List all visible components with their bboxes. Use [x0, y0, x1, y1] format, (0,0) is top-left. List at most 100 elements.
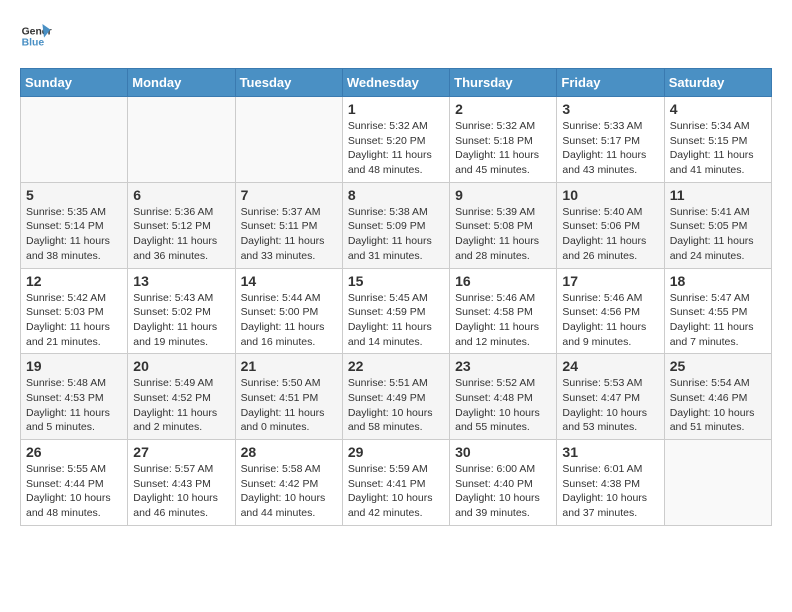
day-info: Sunrise: 5:36 AM Sunset: 5:12 PM Dayligh… [133, 205, 229, 264]
calendar-cell: 11 Sunrise: 5:41 AM Sunset: 5:05 PM Dayli… [664, 182, 771, 268]
calendar-cell: 10 Sunrise: 5:40 AM Sunset: 5:06 PM Dayli… [557, 182, 664, 268]
day-info: Sunrise: 5:50 AM Sunset: 4:51 PM Dayligh… [241, 376, 337, 435]
day-info: Sunrise: 5:52 AM Sunset: 4:48 PM Dayligh… [455, 376, 551, 435]
calendar-cell: 20 Sunrise: 5:49 AM Sunset: 4:52 PM Dayli… [128, 354, 235, 440]
calendar-cell: 21 Sunrise: 5:50 AM Sunset: 4:51 PM Dayli… [235, 354, 342, 440]
day-number: 8 [348, 187, 444, 203]
calendar-cell: 14 Sunrise: 5:44 AM Sunset: 5:00 PM Dayli… [235, 268, 342, 354]
day-number: 29 [348, 444, 444, 460]
day-info: Sunrise: 5:45 AM Sunset: 4:59 PM Dayligh… [348, 291, 444, 350]
day-number: 10 [562, 187, 658, 203]
day-info: Sunrise: 5:49 AM Sunset: 4:52 PM Dayligh… [133, 376, 229, 435]
day-number: 7 [241, 187, 337, 203]
calendar-cell: 1 Sunrise: 5:32 AM Sunset: 5:20 PM Daylig… [342, 97, 449, 183]
svg-text:Blue: Blue [22, 38, 45, 49]
calendar-cell: 5 Sunrise: 5:35 AM Sunset: 5:14 PM Daylig… [21, 182, 128, 268]
day-number: 6 [133, 187, 229, 203]
calendar-cell: 28 Sunrise: 5:58 AM Sunset: 4:42 PM Dayli… [235, 440, 342, 526]
day-number: 26 [26, 444, 122, 460]
day-number: 12 [26, 273, 122, 289]
calendar-week-row: 12 Sunrise: 5:42 AM Sunset: 5:03 PM Dayli… [21, 268, 772, 354]
calendar-cell: 31 Sunrise: 6:01 AM Sunset: 4:38 PM Dayli… [557, 440, 664, 526]
day-number: 22 [348, 358, 444, 374]
day-info: Sunrise: 6:00 AM Sunset: 4:40 PM Dayligh… [455, 462, 551, 521]
calendar-cell: 30 Sunrise: 6:00 AM Sunset: 4:40 PM Dayli… [450, 440, 557, 526]
day-info: Sunrise: 5:46 AM Sunset: 4:56 PM Dayligh… [562, 291, 658, 350]
header-tuesday: Tuesday [235, 69, 342, 97]
header-saturday: Saturday [664, 69, 771, 97]
day-info: Sunrise: 5:40 AM Sunset: 5:06 PM Dayligh… [562, 205, 658, 264]
day-info: Sunrise: 5:39 AM Sunset: 5:08 PM Dayligh… [455, 205, 551, 264]
day-info: Sunrise: 5:55 AM Sunset: 4:44 PM Dayligh… [26, 462, 122, 521]
day-number: 5 [26, 187, 122, 203]
day-info: Sunrise: 5:43 AM Sunset: 5:02 PM Dayligh… [133, 291, 229, 350]
day-number: 25 [670, 358, 766, 374]
day-info: Sunrise: 5:32 AM Sunset: 5:20 PM Dayligh… [348, 119, 444, 178]
calendar-cell: 2 Sunrise: 5:32 AM Sunset: 5:18 PM Daylig… [450, 97, 557, 183]
day-info: Sunrise: 5:58 AM Sunset: 4:42 PM Dayligh… [241, 462, 337, 521]
day-info: Sunrise: 5:51 AM Sunset: 4:49 PM Dayligh… [348, 376, 444, 435]
day-number: 21 [241, 358, 337, 374]
day-info: Sunrise: 6:01 AM Sunset: 4:38 PM Dayligh… [562, 462, 658, 521]
logo: General Blue [20, 20, 56, 52]
day-info: Sunrise: 5:41 AM Sunset: 5:05 PM Dayligh… [670, 205, 766, 264]
calendar-cell: 13 Sunrise: 5:43 AM Sunset: 5:02 PM Dayli… [128, 268, 235, 354]
day-info: Sunrise: 5:48 AM Sunset: 4:53 PM Dayligh… [26, 376, 122, 435]
day-info: Sunrise: 5:44 AM Sunset: 5:00 PM Dayligh… [241, 291, 337, 350]
day-number: 11 [670, 187, 766, 203]
calendar-cell [21, 97, 128, 183]
calendar-cell: 24 Sunrise: 5:53 AM Sunset: 4:47 PM Dayli… [557, 354, 664, 440]
calendar-cell: 8 Sunrise: 5:38 AM Sunset: 5:09 PM Daylig… [342, 182, 449, 268]
day-number: 4 [670, 101, 766, 117]
calendar-cell: 9 Sunrise: 5:39 AM Sunset: 5:08 PM Daylig… [450, 182, 557, 268]
day-number: 3 [562, 101, 658, 117]
day-number: 31 [562, 444, 658, 460]
day-info: Sunrise: 5:47 AM Sunset: 4:55 PM Dayligh… [670, 291, 766, 350]
calendar-cell: 6 Sunrise: 5:36 AM Sunset: 5:12 PM Daylig… [128, 182, 235, 268]
calendar-cell: 22 Sunrise: 5:51 AM Sunset: 4:49 PM Dayli… [342, 354, 449, 440]
day-number: 24 [562, 358, 658, 374]
day-number: 28 [241, 444, 337, 460]
calendar-cell [235, 97, 342, 183]
header-friday: Friday [557, 69, 664, 97]
day-number: 15 [348, 273, 444, 289]
day-number: 2 [455, 101, 551, 117]
calendar-table: SundayMondayTuesdayWednesdayThursdayFrid… [20, 68, 772, 526]
calendar-cell: 4Sunrise: 5:34 AM Sunset: 5:15 PM Daylig… [664, 97, 771, 183]
calendar-cell: 26 Sunrise: 5:55 AM Sunset: 4:44 PM Dayli… [21, 440, 128, 526]
day-number: 20 [133, 358, 229, 374]
day-info: Sunrise: 5:35 AM Sunset: 5:14 PM Dayligh… [26, 205, 122, 264]
day-number: 23 [455, 358, 551, 374]
day-info: Sunrise: 5:32 AM Sunset: 5:18 PM Dayligh… [455, 119, 551, 178]
day-number: 18 [670, 273, 766, 289]
calendar-cell [664, 440, 771, 526]
calendar-cell: 18 Sunrise: 5:47 AM Sunset: 4:55 PM Dayli… [664, 268, 771, 354]
day-number: 27 [133, 444, 229, 460]
header-monday: Monday [128, 69, 235, 97]
calendar-cell [128, 97, 235, 183]
day-info: Sunrise: 5:42 AM Sunset: 5:03 PM Dayligh… [26, 291, 122, 350]
day-info: Sunrise: 5:53 AM Sunset: 4:47 PM Dayligh… [562, 376, 658, 435]
calendar-cell: 16Sunrise: 5:46 AM Sunset: 4:58 PM Dayli… [450, 268, 557, 354]
calendar-cell: 17Sunrise: 5:46 AM Sunset: 4:56 PM Dayli… [557, 268, 664, 354]
calendar-cell: 25 Sunrise: 5:54 AM Sunset: 4:46 PM Dayli… [664, 354, 771, 440]
day-number: 16 [455, 273, 551, 289]
day-number: 30 [455, 444, 551, 460]
calendar-cell: 7 Sunrise: 5:37 AM Sunset: 5:11 PM Daylig… [235, 182, 342, 268]
calendar-week-row: 1 Sunrise: 5:32 AM Sunset: 5:20 PM Daylig… [21, 97, 772, 183]
day-info: Sunrise: 5:54 AM Sunset: 4:46 PM Dayligh… [670, 376, 766, 435]
calendar-week-row: 5 Sunrise: 5:35 AM Sunset: 5:14 PM Daylig… [21, 182, 772, 268]
day-number: 14 [241, 273, 337, 289]
page-header: General Blue [20, 20, 772, 52]
day-info: Sunrise: 5:38 AM Sunset: 5:09 PM Dayligh… [348, 205, 444, 264]
day-info: Sunrise: 5:57 AM Sunset: 4:43 PM Dayligh… [133, 462, 229, 521]
calendar-week-row: 19Sunrise: 5:48 AM Sunset: 4:53 PM Dayli… [21, 354, 772, 440]
day-number: 9 [455, 187, 551, 203]
day-info: Sunrise: 5:37 AM Sunset: 5:11 PM Dayligh… [241, 205, 337, 264]
day-number: 13 [133, 273, 229, 289]
day-info: Sunrise: 5:33 AM Sunset: 5:17 PM Dayligh… [562, 119, 658, 178]
day-number: 1 [348, 101, 444, 117]
calendar-cell: 29Sunrise: 5:59 AM Sunset: 4:41 PM Dayli… [342, 440, 449, 526]
header-wednesday: Wednesday [342, 69, 449, 97]
header-thursday: Thursday [450, 69, 557, 97]
